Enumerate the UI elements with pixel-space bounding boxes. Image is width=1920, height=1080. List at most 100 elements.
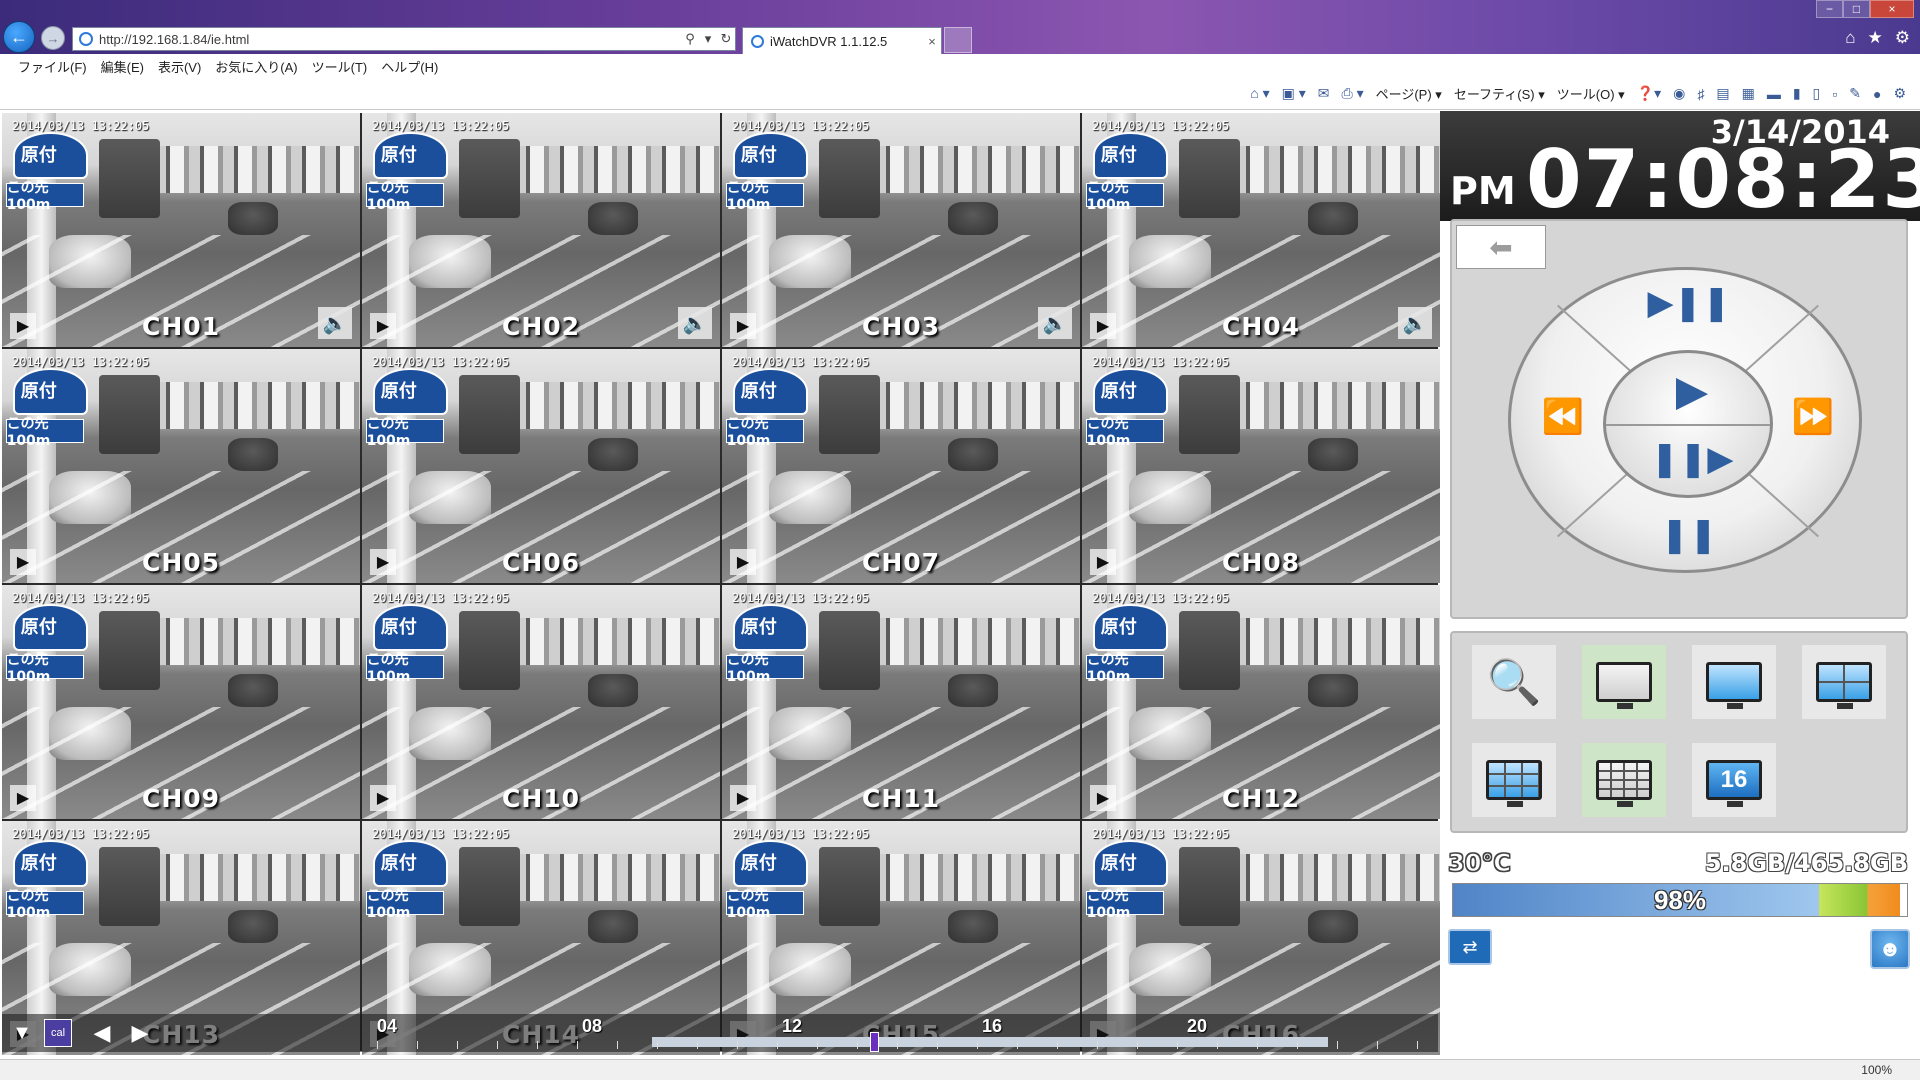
addon-icon-11[interactable]: ⚙ (1893, 85, 1906, 102)
print-icon[interactable]: ⎙ ▾ (1341, 85, 1363, 102)
road-sign-text: 原付 (20, 852, 57, 874)
layout-4-button[interactable] (1802, 645, 1886, 719)
step-forward-button[interactable]: ❚❚▶ (1650, 429, 1733, 489)
chevron-down-icon[interactable]: ▾ (699, 31, 717, 47)
tab-iwatchdvr[interactable]: iWatchDVR 1.1.12.5 × (742, 27, 942, 54)
addon-icon-2[interactable]: ♯ (1697, 86, 1704, 102)
camera-tile-ch08[interactable]: 原付 この先100m 2014/03/13 13:22:05 ▶ CH08 (1082, 349, 1440, 583)
addon-icon-10[interactable]: ● (1873, 86, 1881, 102)
star-icon[interactable]: ★ (1868, 28, 1883, 48)
addon-icon-9[interactable]: ✎ (1849, 85, 1861, 102)
camera-tile-ch05[interactable]: 原付 この先100m 2014/03/13 13:22:05 ▶ CH05 (2, 349, 360, 583)
addon-icon-7[interactable]: ▯ (1813, 85, 1821, 102)
network-icon[interactable]: ⇄ (1448, 929, 1492, 965)
play-button[interactable]: ▶ (1664, 357, 1720, 423)
minimize-button[interactable]: − (1816, 0, 1843, 18)
menu-view[interactable]: 表示(V) (158, 57, 201, 76)
scene-car (48, 942, 131, 997)
scene-car-far (227, 201, 278, 235)
menu-tools[interactable]: ツール(T) (312, 57, 368, 76)
scene-car-far (587, 437, 638, 471)
address-url[interactable]: http://192.168.1.84/ie.html (99, 32, 681, 47)
addon-icon-6[interactable]: ▮ (1793, 85, 1801, 102)
timeline-track[interactable] (652, 1037, 1328, 1047)
addon-icon-5[interactable]: ▬ (1767, 86, 1781, 102)
scene-truck (458, 374, 520, 455)
playback-timeline[interactable]: ▼ cal ◀ ▶ 04 08 12 16 20 (2, 1014, 1438, 1052)
addon-icon-1[interactable]: ◉ (1673, 85, 1685, 102)
pause-button[interactable]: ❚❚ (1661, 508, 1718, 562)
camera-tile-ch11[interactable]: 原付 この先100m 2014/03/13 13:22:05 ▶ CH11 (722, 585, 1080, 819)
camera-tile-ch07[interactable]: 原付 この先100m 2014/03/13 13:22:05 ▶ CH07 (722, 349, 1080, 583)
refresh-icon[interactable]: ↻ (717, 31, 735, 47)
camera-tile-ch12[interactable]: 原付 この先100m 2014/03/13 13:22:05 ▶ CH12 (1082, 585, 1440, 819)
calendar-icon[interactable]: cal (44, 1019, 72, 1047)
timeline-cursor[interactable] (870, 1032, 879, 1052)
search-icon[interactable]: ⚲ (681, 31, 699, 47)
camera-tile-ch10[interactable]: 原付 この先100m 2014/03/13 13:22:05 ▶ CH10 (362, 585, 720, 819)
address-bar[interactable]: http://192.168.1.84/ie.html ⚲ ▾ ↻ (72, 27, 736, 51)
channel-label: CH12 (1221, 784, 1301, 813)
layout-1-button[interactable] (1582, 645, 1666, 719)
speaker-icon[interactable]: 🔈 (1038, 307, 1072, 339)
layout-9-button[interactable] (1472, 743, 1556, 817)
road-sign-plate: この先100m (365, 652, 445, 685)
camera-tile-ch03[interactable]: 原付 この先100m 2014/03/13 13:22:05 ▶ CH03 🔈 (722, 113, 1080, 347)
forward-arrow-icon: → (46, 30, 60, 46)
road-sign-plate: この先100m (365, 416, 445, 449)
camera-tile-ch01[interactable]: 原付 この先100m 2014/03/13 13:22:05 ▶ CH01 🔈 (2, 113, 360, 347)
tools-menu[interactable]: ツール(O) ▾ (1557, 84, 1625, 103)
prev-icon[interactable]: ◀ (88, 1019, 116, 1047)
rewind-button[interactable]: ⏪ (1535, 390, 1591, 444)
menu-favorites[interactable]: お気に入り(A) (215, 57, 297, 76)
back-button-panel[interactable]: ⬅ (1456, 225, 1546, 269)
addon-icon-8[interactable]: ▫ (1832, 86, 1837, 102)
filter-icon[interactable]: ▼ (8, 1019, 36, 1047)
feeds-icon[interactable]: ▣ ▾ (1282, 85, 1306, 102)
timeline-tick (1177, 1041, 1178, 1049)
layout-full-button[interactable] (1692, 645, 1776, 719)
back-button[interactable]: ← (3, 21, 35, 53)
layout-16-button[interactable]: 16 (1692, 743, 1776, 817)
fast-forward-button[interactable]: ⏩ (1785, 390, 1841, 444)
new-tab-button[interactable] (944, 27, 972, 53)
zoom-level[interactable]: 100% (1861, 1063, 1892, 1077)
user-icon[interactable]: ☻ (1870, 929, 1910, 969)
step-play-button[interactable]: ▶❚❚ (1647, 276, 1730, 330)
menu-file[interactable]: ファイル(F) (18, 57, 87, 76)
camera-timestamp: 2014/03/13 13:22:05 (12, 355, 150, 369)
next-icon[interactable]: ▶ (126, 1019, 154, 1047)
road-sign: 原付 (12, 131, 88, 179)
menu-help[interactable]: ヘルプ(H) (381, 57, 438, 76)
camera-timestamp: 2014/03/13 13:22:05 (1092, 591, 1230, 605)
addon-icon-4[interactable]: ▦ (1742, 85, 1755, 102)
speaker-icon[interactable]: 🔈 (1398, 307, 1432, 339)
speaker-icon[interactable]: 🔈 (678, 307, 712, 339)
layout-16-grid-button[interactable] (1582, 743, 1666, 817)
camera-tile-ch02[interactable]: 原付 この先100m 2014/03/13 13:22:05 ▶ CH02 🔈 (362, 113, 720, 347)
safety-menu[interactable]: セーフティ(S) ▾ (1454, 84, 1545, 103)
camera-tile-ch06[interactable]: 原付 この先100m 2014/03/13 13:22:05 ▶ CH06 (362, 349, 720, 583)
timeline-tick (577, 1041, 578, 1049)
gear-icon[interactable]: ⚙ (1895, 28, 1910, 48)
home-toolbar-icon[interactable]: ⌂ ▾ (1250, 85, 1269, 102)
timeline-tick (777, 1041, 778, 1049)
tab-close-icon[interactable]: × (923, 34, 941, 49)
camera-tile-ch04[interactable]: 原付 この先100m 2014/03/13 13:22:05 ▶ CH04 🔈 (1082, 113, 1440, 347)
speaker-icon[interactable]: 🔈 (318, 307, 352, 339)
forward-button[interactable]: → (41, 26, 65, 50)
scene-car (768, 470, 851, 525)
menu-edit[interactable]: 編集(E) (101, 57, 144, 76)
page-menu[interactable]: ページ(P) ▾ (1376, 84, 1442, 103)
maximize-button[interactable]: □ (1843, 0, 1870, 18)
search-tool-button[interactable]: 🔍 (1472, 645, 1556, 719)
help-icon[interactable]: ❓▾ (1637, 85, 1661, 102)
channel-label: CH11 (861, 784, 941, 813)
road-sign-text: 原付 (1100, 616, 1137, 638)
addon-icon-3[interactable]: ▤ (1716, 85, 1729, 102)
mail-icon[interactable]: ✉ (1318, 85, 1330, 102)
timeline-hour-label: 08 (582, 1016, 603, 1036)
close-window-button[interactable]: × (1870, 0, 1914, 18)
home-icon[interactable]: ⌂ (1845, 28, 1855, 48)
camera-tile-ch09[interactable]: 原付 この先100m 2014/03/13 13:22:05 ▶ CH09 (2, 585, 360, 819)
